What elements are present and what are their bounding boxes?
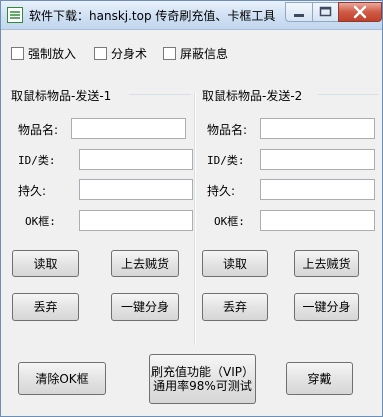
minimize-icon <box>294 14 304 17</box>
read-button-1[interactable]: 读取 <box>12 250 79 277</box>
wear-button[interactable]: 穿戴 <box>286 362 353 395</box>
discard-button-2[interactable]: 丢弃 <box>202 293 268 321</box>
force-put-checkbox[interactable]: 强制放入 <box>11 45 76 61</box>
ok-box-label: OK框: <box>214 215 245 228</box>
clone-checkbox[interactable]: 分身术 <box>94 45 147 61</box>
id-type-input-1[interactable] <box>79 149 193 170</box>
item-name-input-1[interactable] <box>71 118 186 139</box>
group2-title: 取鼠标物品-发送-2 <box>202 89 303 103</box>
checkbox-box[interactable] <box>163 47 176 60</box>
close-icon <box>353 5 367 19</box>
item-name-label: 物品名: <box>18 123 59 137</box>
item-name-input-2[interactable] <box>260 118 375 139</box>
upload-goods-button-2[interactable]: 上去贼货 <box>294 250 359 277</box>
group1-border <box>129 94 191 95</box>
app-icon <box>7 7 23 23</box>
item-name-label: 物品名: <box>207 123 248 137</box>
durability-input-1[interactable] <box>79 179 193 200</box>
main-window: 软件下载：hanskj.top 传奇刷充值、卡框工具 强制放入 分身术 屏蔽信息… <box>0 0 383 417</box>
durability-input-2[interactable] <box>260 179 375 200</box>
read-button-2[interactable]: 读取 <box>202 250 268 277</box>
checkbox-label: 分身术 <box>111 47 148 61</box>
split-button-2[interactable]: 一键分身 <box>294 293 359 321</box>
block-info-checkbox[interactable]: 屏蔽信息 <box>163 45 228 61</box>
close-button[interactable] <box>338 2 382 22</box>
discard-button-1[interactable]: 丢弃 <box>12 293 79 321</box>
group-divider <box>194 93 196 345</box>
checkbox-box[interactable] <box>94 47 107 60</box>
upload-goods-button-1[interactable]: 上去贼货 <box>111 250 179 277</box>
group2-border <box>318 94 378 95</box>
id-type-label: ID/类: <box>207 154 245 167</box>
ok-box-input-2[interactable] <box>260 210 375 231</box>
group1-title: 取鼠标物品-发送-1 <box>11 89 112 103</box>
window-title: 软件下载：hanskj.top 传奇刷充值、卡框工具 <box>29 9 276 23</box>
checkbox-label: 强制放入 <box>28 47 77 61</box>
durability-label: 持久: <box>18 184 47 198</box>
checkbox-box[interactable] <box>11 47 24 60</box>
recharge-line-1: 刷充值功能（VIP） <box>151 365 254 379</box>
recharge-line-2: 通用率98%可测试 <box>153 379 252 393</box>
split-button-1[interactable]: 一键分身 <box>111 293 179 321</box>
ok-box-label: OK框: <box>25 215 56 228</box>
checkbox-label: 屏蔽信息 <box>180 47 229 61</box>
id-type-input-2[interactable] <box>260 149 375 170</box>
maximize-button[interactable] <box>312 2 339 22</box>
recharge-vip-button[interactable]: 刷充值功能（VIP） 通用率98%可测试 <box>149 354 256 404</box>
clear-ok-button[interactable]: 清除OK框 <box>18 362 106 395</box>
maximize-icon <box>319 6 332 17</box>
durability-label: 持久: <box>207 184 236 198</box>
minimize-button[interactable] <box>285 2 313 22</box>
id-type-label: ID/类: <box>18 154 56 167</box>
ok-box-input-1[interactable] <box>79 210 193 231</box>
title-bar[interactable]: 软件下载：hanskj.top 传奇刷充值、卡框工具 <box>1 1 382 30</box>
